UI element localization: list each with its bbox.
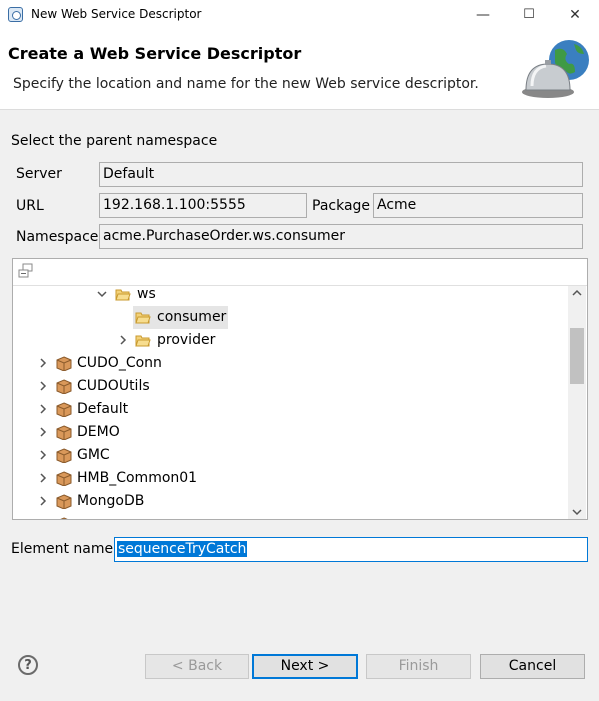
element-name-input[interactable]: sequenceTryCatch	[114, 537, 588, 562]
tree-item-label: provider	[157, 332, 216, 348]
next-button[interactable]: Next >	[252, 654, 358, 679]
chevron-right-icon[interactable]	[38, 375, 48, 398]
tree-item-label: ws	[137, 286, 156, 302]
tree-viewport: ws consumer provider CUDO_Conn CUDOUtils…	[13, 286, 568, 519]
namespace-field: acme.PurchaseOrder.ws.consumer	[99, 224, 583, 249]
tree-item-label: GMC	[77, 447, 110, 463]
tree-item-label: consumer	[157, 309, 227, 325]
tree-item-package[interactable]: CUDOUtils	[13, 375, 568, 398]
tree-item-label: Default	[77, 401, 129, 417]
tree-item-package[interactable]: DEMO	[13, 421, 568, 444]
app-icon	[8, 7, 23, 22]
tree-item-consumer[interactable]: consumer	[13, 306, 568, 329]
scroll-down-icon[interactable]	[568, 505, 586, 519]
tree-item-package[interactable]: HMB_Common01	[13, 467, 568, 490]
tree-item-package[interactable]: CUDO_Conn	[13, 352, 568, 375]
finish-button[interactable]: Finish	[366, 654, 471, 679]
close-button[interactable]: ✕	[552, 0, 598, 31]
window-title: New Web Service Descriptor	[31, 7, 202, 21]
package-icon	[56, 425, 72, 440]
tree-item-ws[interactable]: ws	[13, 286, 568, 306]
chevron-right-icon[interactable]	[38, 467, 48, 490]
tree-item-package[interactable]: GMC	[13, 444, 568, 467]
package-icon	[56, 494, 72, 509]
element-name-value: sequenceTryCatch	[117, 541, 248, 557]
chevron-right-icon[interactable]	[38, 352, 48, 375]
help-icon[interactable]: ?	[18, 655, 38, 675]
scroll-up-icon[interactable]	[568, 286, 586, 300]
tree-item-package[interactable]: Default	[13, 398, 568, 421]
url-field: 192.168.1.100:5555	[99, 193, 307, 218]
package-icon	[60, 517, 68, 519]
chevron-down-icon[interactable]	[97, 286, 107, 306]
server-label: Server	[16, 166, 62, 182]
element-name-label: Element name	[11, 541, 114, 557]
scrollbar-thumb[interactable]	[570, 328, 584, 384]
tree-item-label: CUDOUtils	[77, 378, 150, 394]
chevron-right-icon[interactable]	[38, 421, 48, 444]
tree-item-package[interactable]: MongoDB	[13, 490, 568, 513]
section-label: Select the parent namespace	[11, 133, 218, 149]
tree-item-label: CUDO_Conn	[77, 355, 162, 371]
package-icon	[56, 402, 72, 417]
package-icon	[56, 379, 72, 394]
url-label: URL	[16, 198, 44, 214]
minimize-button[interactable]: —	[460, 0, 506, 31]
tree-item-label: MongoDB	[77, 493, 145, 509]
chevron-right-icon[interactable]	[38, 444, 48, 467]
server-field: Default	[99, 162, 583, 187]
tree-item-label: DEMO	[77, 424, 120, 440]
package-icon	[56, 471, 72, 486]
back-button[interactable]: < Back	[145, 654, 249, 679]
cancel-button[interactable]: Cancel	[480, 654, 585, 679]
folder-open-icon	[115, 289, 131, 301]
tree-item-package-partial[interactable]	[13, 513, 568, 519]
namespace-label: Namespace	[16, 229, 99, 245]
tree-item-provider[interactable]: provider	[13, 329, 568, 352]
page-title: Create a Web Service Descriptor	[8, 44, 302, 63]
folder-open-icon	[135, 335, 151, 347]
service-bell-globe-icon	[522, 40, 589, 98]
package-label: Package	[312, 198, 371, 214]
wizard-banner	[0, 31, 599, 110]
package-icon	[56, 356, 72, 371]
chevron-right-icon[interactable]	[118, 329, 128, 352]
collapse-all-icon[interactable]	[17, 262, 35, 280]
tree-toolbar	[13, 259, 587, 286]
folder-open-icon	[135, 312, 151, 324]
package-field: Acme	[373, 193, 583, 218]
package-icon	[56, 448, 72, 463]
tree-scrollbar[interactable]	[568, 286, 586, 519]
tree-item-label: HMB_Common01	[77, 470, 198, 486]
chevron-right-icon[interactable]	[38, 490, 48, 513]
maximize-button[interactable]: ☐	[506, 0, 552, 31]
page-description: Specify the location and name for the ne…	[13, 76, 479, 92]
chevron-right-icon[interactable]	[38, 398, 48, 421]
